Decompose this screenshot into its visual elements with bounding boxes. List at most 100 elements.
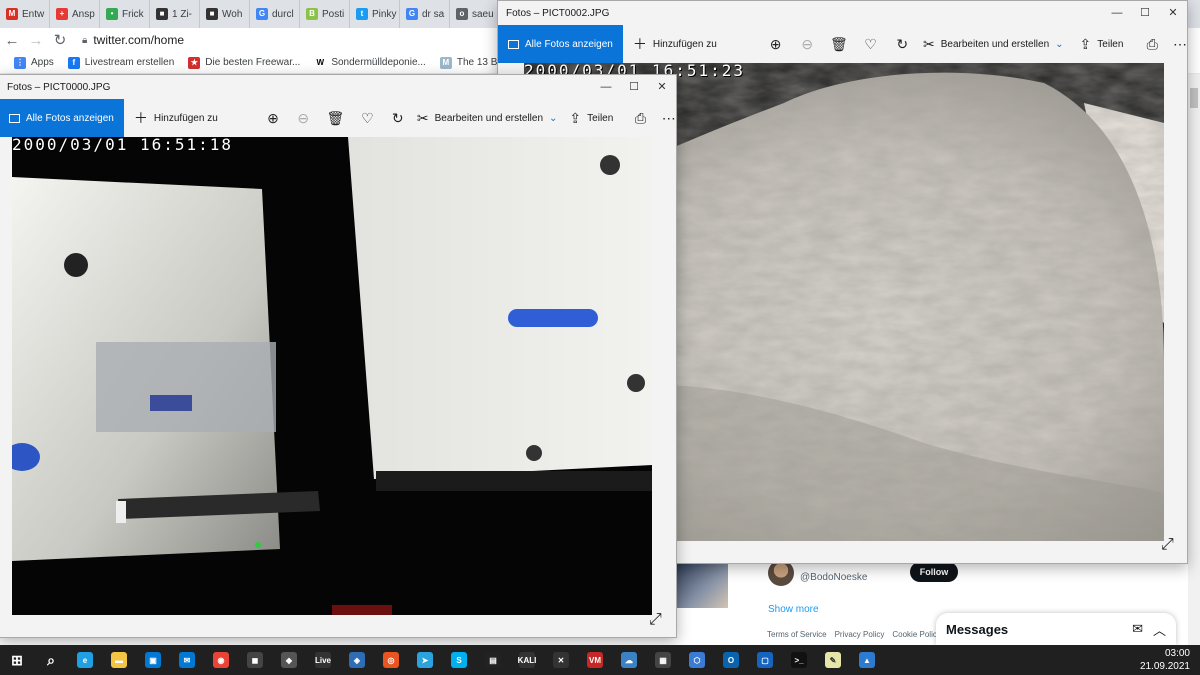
taskbar-kali-button[interactable]: KALI [510,645,544,675]
browser-tab[interactable]: Gdurcl [250,0,300,28]
share-button[interactable]: ⇪ Teilen [569,110,613,127]
zoom-in-icon[interactable]: ⊕ [266,110,280,127]
taskbar-camera-app-button[interactable]: ◼ [238,645,272,675]
terms-link[interactable]: Terms of Service [767,630,827,639]
show-more-link[interactable]: Show more [768,604,819,615]
browser-tab[interactable]: t Pinky [350,0,400,28]
taskbar-cmd-button[interactable]: >_ [782,645,816,675]
favorite-heart-icon[interactable]: ♡ [360,110,374,127]
taskbar-file-explorer-button[interactable]: ▬ [102,645,136,675]
taskbar-cloud-button[interactable]: ☁ [612,645,646,675]
more-options-icon[interactable]: ⋯ [1173,36,1187,53]
add-to-button[interactable]: ＋ Hinzufügen zu [134,108,218,128]
browser-tab[interactable]: o saeu [450,0,500,28]
taskbar-tools-button[interactable]: ✕ [544,645,578,675]
more-options-icon[interactable]: ⋯ [662,110,676,127]
site-icon: ■ [156,8,168,20]
lock-icon: 🔒︎ [82,34,88,46]
back-icon[interactable]: ← [0,32,24,49]
delete-icon[interactable]: 🗑︎ [830,36,848,53]
taskbar-search-button[interactable]: ⌕ [34,645,68,675]
page-scrollbar[interactable] [1188,74,1200,645]
minimize-icon[interactable]: — [592,75,620,99]
browser-tab[interactable]: ■ 1 Zi- [150,0,200,28]
title-bar: Fotos – PICT0000.JPG — ☐ ✕ [0,75,676,99]
add-to-label: Hinzufügen zu [652,38,717,50]
bookmark-item[interactable]: ⋮ Apps [14,56,54,69]
print-icon[interactable]: ⎙ [1145,36,1159,53]
taskbar-voicemeeter-button[interactable]: VM [578,645,612,675]
browser-tab[interactable]: B Posti [300,0,350,28]
system-clock[interactable]: 03:00 21.09.2021 [1140,647,1190,673]
plus-icon: ＋ [133,110,148,126]
rotate-icon[interactable]: ↻ [391,110,405,127]
tweet-media-thumbnail[interactable] [676,560,728,608]
taskbar-terminal-app-button[interactable]: ▤ [476,645,510,675]
privacy-link[interactable]: Privacy Policy [835,630,885,639]
scrollbar-thumb[interactable] [1190,88,1198,108]
taskbar-window-app-button[interactable]: ▢ [748,645,782,675]
bookmark-item[interactable]: ★ Die besten Freewar... [188,56,300,69]
taskbar-cube-button[interactable]: ⬡ [680,645,714,675]
photo-viewer[interactable]: 2000/03/01 16:51:18 [12,137,652,615]
address-bar[interactable]: 🔒︎ twitter.com/home [82,33,184,47]
maximize-icon[interactable]: ☐ [1131,1,1159,25]
reload-icon[interactable]: ↻ [48,31,72,49]
file-explorer-icon: ▬ [111,652,127,668]
edit-create-button[interactable]: ✂ Bearbeiten und erstellen ⌄ [923,36,1064,53]
maximize-icon[interactable]: ☐ [620,75,648,99]
add-to-button[interactable]: ＋ Hinzufügen zu [633,34,717,54]
taskbar-live-button[interactable]: Live [306,645,340,675]
close-icon[interactable]: ✕ [1159,1,1187,25]
taskbar-store-button[interactable]: ▣ [136,645,170,675]
cmd-icon: >_ [791,652,807,668]
taskbar-notepad-button[interactable]: ✎ [816,645,850,675]
share-button[interactable]: ⇪ Teilen [1080,36,1124,53]
forward-icon[interactable]: → [24,32,48,49]
edit-image-icon: ✂ [416,109,429,126]
delete-icon[interactable]: 🗑︎ [326,110,344,127]
taskbar-skype-button[interactable]: S [442,645,476,675]
collapse-chevron-icon[interactable]: ︿ [1153,620,1166,639]
fullscreen-expand-icon[interactable]: ⤢ [1161,536,1174,554]
cookie-link[interactable]: Cookie Policy [892,630,940,639]
close-icon[interactable]: ✕ [648,75,676,99]
bookmark-item[interactable]: W Sondermülldeponie... [314,56,426,69]
favorite-heart-icon[interactable]: ♡ [864,36,878,53]
follow-button[interactable]: Follow [910,562,958,582]
taskbar-mail-button[interactable]: ✉ [170,645,204,675]
taskbar-media-button[interactable]: ▦ [646,645,680,675]
tab-label: 1 Zi- [172,8,192,20]
follow-suggestion-handle[interactable]: @BodoNoeske [800,572,867,583]
taskbar-vpn-button[interactable]: ◈ [340,645,374,675]
taskbar-photos-app-button[interactable]: ▲ [850,645,884,675]
zoom-out-icon[interactable]: ⊖ [296,110,310,127]
browser-tab[interactable]: • Frick [100,0,150,28]
print-icon[interactable]: ⎙ [633,110,647,127]
zoom-in-icon[interactable]: ⊕ [769,36,783,53]
all-photos-button[interactable]: Alle Fotos anzeigen [0,99,124,137]
messages-drawer[interactable]: Messages ✉ ︿ [936,613,1176,645]
all-photos-button[interactable]: Alle Fotos anzeigen [498,25,623,63]
browser-tab[interactable]: + Ansp [50,0,100,28]
tab-label: Woh [222,8,243,20]
bookmark-item[interactable]: f Livestream erstellen [67,56,174,69]
taskbar-windows-start-button[interactable]: ⊞ [0,645,34,675]
taskbar-ubuntu-button[interactable]: ◎ [374,645,408,675]
taskbar-chrome-button[interactable]: ◉ [204,645,238,675]
taskbar-app-button[interactable]: ◆ [272,645,306,675]
browser-tab[interactable]: ■ Woh [200,0,250,28]
taskbar-outlook-button[interactable]: O [714,645,748,675]
fullscreen-expand-icon[interactable]: ⤢ [649,611,662,629]
browser-tab[interactable]: Gdr sa [400,0,450,28]
taskbar-edge-button[interactable]: e [68,645,102,675]
site-icon: B [306,8,318,20]
edit-image-icon: ✂ [923,35,935,52]
rotate-icon[interactable]: ↻ [895,36,909,53]
edit-create-button[interactable]: ✂ Bearbeiten und erstellen ⌄ [417,110,558,127]
taskbar-telegram-button[interactable]: ➤ [408,645,442,675]
minimize-icon[interactable]: — [1103,1,1131,25]
browser-tab[interactable]: M Entw [0,0,50,28]
new-message-icon[interactable]: ✉ [1132,621,1143,637]
zoom-out-icon[interactable]: ⊖ [800,36,814,53]
